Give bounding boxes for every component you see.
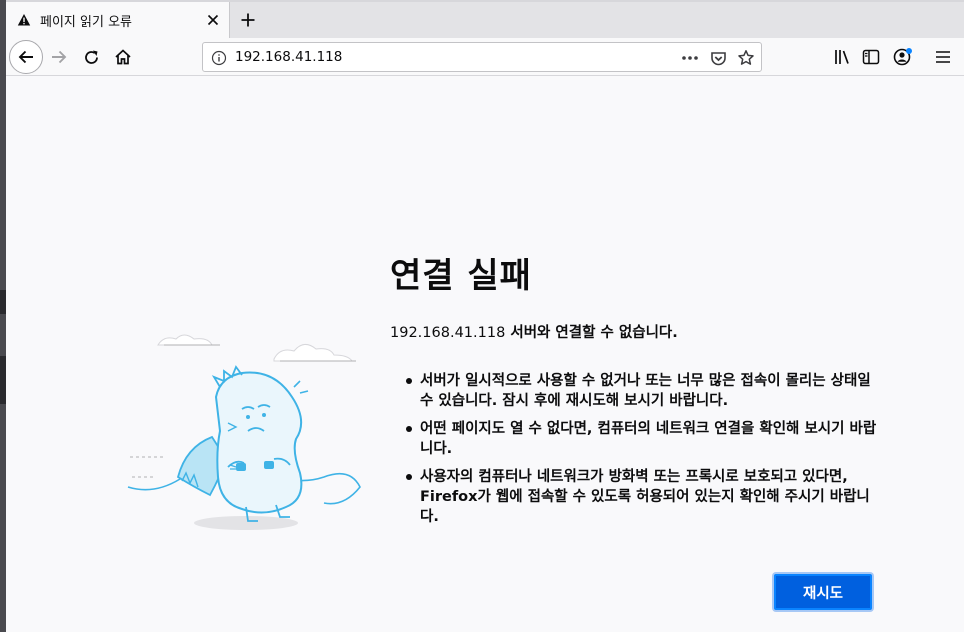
back-arrow-icon	[18, 50, 33, 64]
back-button[interactable]	[9, 40, 43, 74]
url-bar[interactable]: 192.168.41.118	[202, 42, 762, 72]
list-item: 사용자의 컴퓨터나 네트워크가 방화벽 또는 프록시로 보호되고 있다면, Fi…	[406, 467, 878, 527]
site-info-icon[interactable]	[211, 50, 227, 66]
dinosaur-illustration	[127, 334, 361, 530]
close-icon[interactable]	[203, 10, 223, 30]
tab-strip: 페이지 읽기 오류	[6, 0, 964, 38]
error-title: 연결 실패	[390, 256, 532, 296]
sidebar-icon[interactable]	[860, 46, 882, 68]
reload-icon	[84, 50, 98, 64]
plus-icon	[241, 13, 255, 27]
retry-button[interactable]: 재시도	[774, 574, 872, 610]
error-host: 192.168.41.118	[390, 325, 506, 341]
list-item: 서버가 일시적으로 사용할 수 없거나 또는 너무 많은 접속이 몰리는 상태일…	[406, 371, 878, 411]
library-icon[interactable]	[832, 46, 854, 68]
hamburger-menu-icon[interactable]	[932, 46, 954, 68]
star-icon[interactable]	[735, 47, 757, 69]
error-description: 192.168.41.118 서버와 연결할 수 없습니다.	[390, 321, 678, 342]
reload-button[interactable]	[78, 44, 104, 70]
home-icon	[115, 49, 131, 65]
tab-page-load-error[interactable]: 페이지 읽기 오류	[6, 2, 230, 38]
navigation-toolbar: 192.168.41.118	[6, 38, 964, 76]
error-page: 연결 실패 192.168.41.118 서버와 연결할 수 없습니다. 서버가…	[6, 77, 964, 632]
home-button[interactable]	[110, 44, 136, 70]
forward-button[interactable]	[46, 44, 72, 70]
error-suggestions: 서버가 일시적으로 사용할 수 없거나 또는 너무 많은 접속이 몰리는 상태일…	[406, 371, 878, 535]
url-text[interactable]: 192.168.41.118	[235, 49, 342, 65]
tab-title: 페이지 읽기 오류	[40, 14, 132, 30]
error-message: 서버와 연결할 수 없습니다.	[505, 325, 678, 341]
list-item: 어떤 페이지도 열 수 없다면, 컴퓨터의 네트워크 연결을 확인해 보시기 바…	[406, 421, 877, 457]
browser-window: 페이지 읽기 오류 192.168.41.118 연결 실패 192.168.4…	[6, 0, 964, 632]
warning-icon	[16, 12, 32, 28]
pocket-icon[interactable]	[707, 47, 729, 69]
forward-arrow-icon	[52, 50, 67, 64]
more-dots-icon[interactable]	[679, 47, 701, 69]
new-tab-button[interactable]	[236, 8, 260, 32]
account-icon[interactable]	[892, 46, 914, 68]
